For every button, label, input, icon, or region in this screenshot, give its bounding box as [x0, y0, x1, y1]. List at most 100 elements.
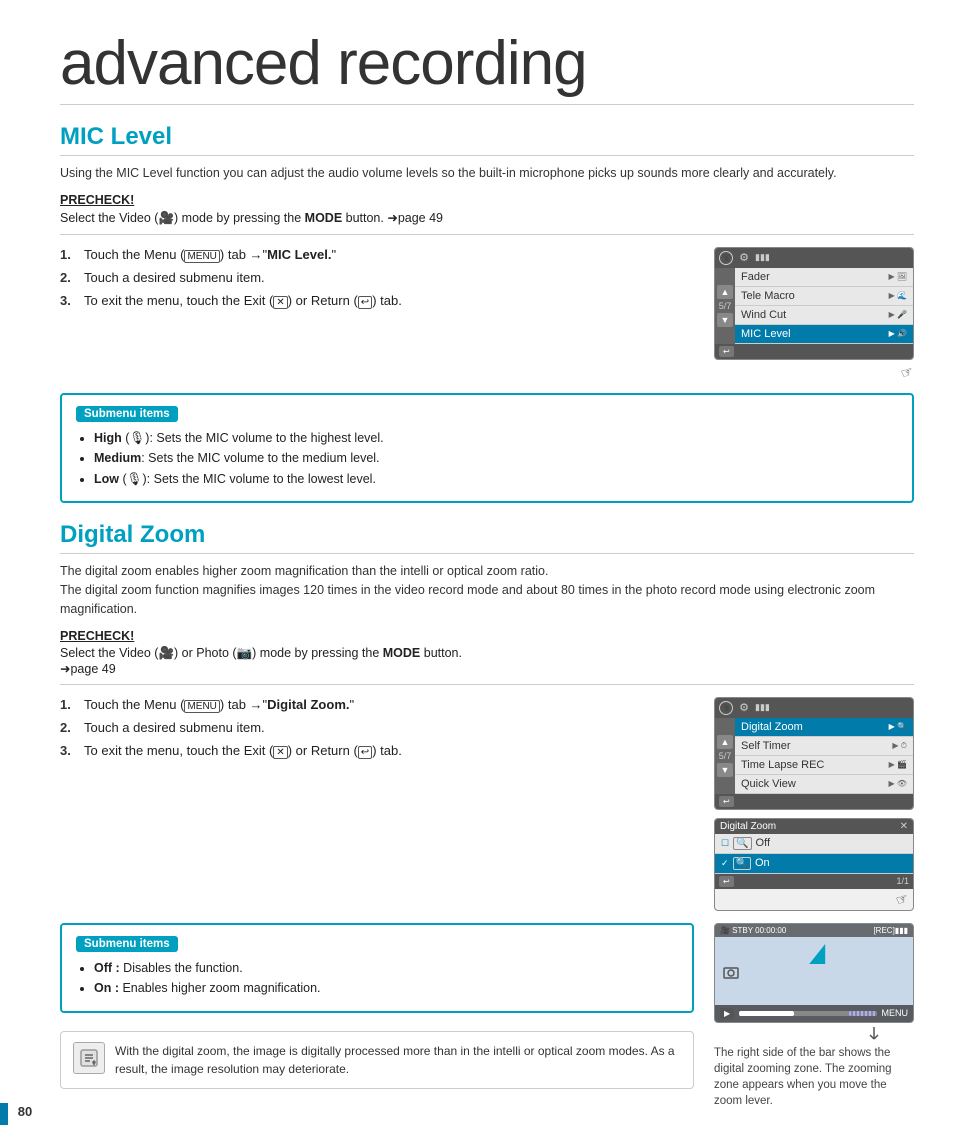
mic-submenu-label: Submenu items: [76, 406, 178, 422]
dz-nav-side: ▲ 5/7 ▼: [715, 718, 735, 794]
mic-menu-rows: Fader ▶ 🖼 Tele Macro ▶ 🌊 Wind Cut ▶ 🎤: [735, 268, 913, 344]
dz-sub-rows: ☐ 🔍 Off ✓ 🔍 On: [715, 834, 913, 874]
dz-precheck-label: PRECHECK!: [60, 629, 914, 643]
zoom-stby-icon: 🎥 STBY 00:00:00: [720, 926, 786, 935]
zoom-dotted-zone: [849, 1011, 876, 1016]
dz-menu-row-quick-view: Quick View ▶ 👁: [735, 775, 913, 794]
mic-precheck-label: PRECHECK!: [60, 193, 914, 207]
dz-menu-screen: 🎥 ⚙ ▮▮▮ ▲ 5/7 ▼ Digital Zoom: [714, 697, 914, 810]
page-title: advanced recording: [60, 30, 914, 105]
dz-menu-back: ↩: [715, 794, 913, 809]
submenu-item-low: Low (🎙): Sets the MIC volume to the lowe…: [94, 471, 898, 489]
mic-level-desc: Using the MIC Level function you can adj…: [60, 164, 914, 183]
dz-sub-row-off[interactable]: ☐ 🔍 Off: [715, 834, 913, 854]
qv-arrow: ▶ 👁: [888, 779, 907, 788]
fader-arrow: ▶ 🖼: [888, 272, 907, 281]
dz-back-button[interactable]: ↩: [719, 796, 734, 807]
dz-arrow: ▶ 🔍: [889, 722, 907, 731]
dz-menu-top-bar: 🎥 ⚙ ▮▮▮: [715, 698, 913, 718]
submenu-item-medium: Medium: Sets the MIC volume to the mediu…: [94, 450, 898, 468]
dz-menu-row-digital-zoom[interactable]: Digital Zoom ▶ 🔍: [735, 718, 913, 737]
zoom-rec-badge: [REC]▮▮▮: [873, 926, 908, 935]
mic-step-1: 1. Touch the Menu (MENU) tab →"MIC Level…: [60, 247, 694, 262]
mic-step-3: 3. To exit the menu, touch the Exit (✕) …: [60, 293, 694, 308]
mic-steps: 1. Touch the Menu (MENU) tab →"MIC Level…: [60, 247, 694, 381]
dz-sub-counter: 1/1: [896, 876, 909, 886]
st-arrow: ▶ ⏱: [892, 741, 907, 751]
mic-menu-mockup: 🎥 ⚙ ▮▮▮ ▲ 5/7 ▼ Fader ▶ �: [714, 247, 914, 381]
dz-submenu-col: Submenu items Off : Disables the functio…: [60, 923, 694, 1109]
dz-menu-icon: MENU: [184, 700, 219, 713]
nav-up-button[interactable]: ▲: [717, 285, 733, 299]
note-svg: [78, 1047, 100, 1069]
zoom-track: [739, 1011, 876, 1016]
mic-menu-top-bar: 🎥 ⚙ ▮▮▮: [715, 248, 913, 268]
back-button[interactable]: ↩: [719, 346, 734, 357]
gear-icon: ⚙: [737, 251, 751, 265]
dz-menu-counter: 5/7: [719, 750, 732, 762]
zoom-fill: [739, 1011, 794, 1016]
dz-submenu-label: Submenu items: [76, 936, 178, 952]
dz-nav-up-button[interactable]: ▲: [717, 735, 733, 749]
dz-steps-area: 1. Touch the Menu (MENU) tab →"Digital Z…: [60, 697, 914, 911]
mic-menu-back: ↩: [715, 344, 913, 359]
return-icon: ↩: [358, 296, 372, 309]
zoom-triangle-indicator: [809, 944, 825, 964]
dz-menu-row-time-lapse: Time Lapse REC ▶ 🎬: [735, 756, 913, 775]
dz-precheck-text: Select the Video (🎥) or Photo (📷) mode b…: [60, 646, 914, 685]
dz-sub-screen: Digital Zoom ✕ ☐ 🔍 Off ✓ 🔍 On: [714, 818, 914, 911]
mic-submenu-box: Submenu items High (🎙): Sets the MIC vol…: [60, 393, 914, 504]
menu-row-wind-cut: Wind Cut ▶ 🎤: [735, 306, 913, 325]
dz-nav-down-button[interactable]: ▼: [717, 763, 733, 777]
menu-row-mic-level[interactable]: MIC Level ▶ 🔊: [735, 325, 913, 344]
menu-label[interactable]: MENU: [882, 1008, 909, 1018]
dz-menu-with-nav: ▲ 5/7 ▼ Digital Zoom ▶ 🔍 Self Timer: [715, 718, 913, 794]
dz-sub-top-bar: Digital Zoom ✕: [715, 819, 913, 834]
mic-finger-hint: ☞: [714, 364, 914, 381]
dz-return-icon: ↩: [358, 746, 372, 759]
dz-menu-rows: Digital Zoom ▶ 🔍 Self Timer ▶ ⏱ Time Lap…: [735, 718, 913, 794]
note-text: With the digital zoom, the image is digi…: [115, 1042, 681, 1078]
dz-finger-icon: ☞: [894, 889, 912, 909]
dz-sub-close-icon[interactable]: ✕: [900, 821, 908, 832]
zoom-play-button[interactable]: ▶: [720, 1008, 734, 1019]
zoom-bar-col: 🎥 STBY 00:00:00 [REC]▮▮▮: [714, 923, 914, 1109]
finger-icon: ☞: [899, 362, 917, 382]
mic-menu-with-nav: ▲ 5/7 ▼ Fader ▶ 🖼 Tele Macro ▶ 🌊: [715, 268, 913, 344]
mic-level-section: MIC Level Using the MIC Level function y…: [60, 123, 914, 503]
dz-video-mode-icon: 🎥: [719, 701, 733, 715]
mic-arrow: ▶ 🔊: [889, 329, 907, 338]
zoom-top-bar: 🎥 STBY 00:00:00 [REC]▮▮▮: [715, 924, 913, 937]
dz-off-icon: 🔍: [733, 837, 751, 850]
menu-row-tele-macro: Tele Macro ▶ 🌊: [735, 287, 913, 306]
dz-sub-nav: ↩ 1/1: [715, 874, 913, 889]
dz-exit-icon: ✕: [273, 746, 287, 759]
note-icon: [73, 1042, 105, 1074]
menu-row-fader: Fader ▶ 🖼: [735, 268, 913, 287]
battery-icon: ▮▮▮: [755, 252, 770, 263]
wind-arrow: ▶ 🎤: [889, 310, 907, 319]
tele-arrow: ▶ 🌊: [889, 291, 907, 300]
dz-on-check: ✓: [721, 858, 729, 869]
dz-battery-icon: ▮▮▮: [755, 702, 770, 713]
digital-zoom-section: Digital Zoom The digital zoom enables hi…: [60, 521, 914, 1109]
dz-off-check: ☐: [721, 838, 729, 849]
dz-menu-row-self-timer: Self Timer ▶ ⏱: [735, 737, 913, 756]
nav-down-button[interactable]: ▼: [717, 313, 733, 327]
dz-gear-icon: ⚙: [737, 701, 751, 715]
dz-sub-back-button[interactable]: ↩: [719, 876, 734, 887]
submenu-item-high: High (🎙): Sets the MIC volume to the hig…: [94, 430, 898, 448]
mic-submenu-items: High (🎙): Sets the MIC volume to the hig…: [76, 430, 898, 489]
zoom-arrow-hint: [714, 1025, 884, 1041]
mic-steps-area: 1. Touch the Menu (MENU) tab →"MIC Level…: [60, 247, 914, 381]
dz-sub-row-on[interactable]: ✓ 🔍 On: [715, 854, 913, 874]
dz-photo-icon: 📷: [237, 646, 253, 660]
zoom-photo-icon: [723, 965, 739, 982]
dz-submenu-items: Off : Disables the function. On : Enable…: [76, 960, 678, 998]
menu-icon: MENU: [184, 250, 219, 263]
mic-menu-screen: 🎥 ⚙ ▮▮▮ ▲ 5/7 ▼ Fader ▶ �: [714, 247, 914, 360]
mic-nav-side: ▲ 5/7 ▼: [715, 268, 735, 344]
dz-screens-mockup: 🎥 ⚙ ▮▮▮ ▲ 5/7 ▼ Digital Zoom: [714, 697, 914, 911]
dz-sub-title: Digital Zoom: [720, 821, 776, 832]
dz-precheck-page: page 49: [70, 662, 115, 676]
